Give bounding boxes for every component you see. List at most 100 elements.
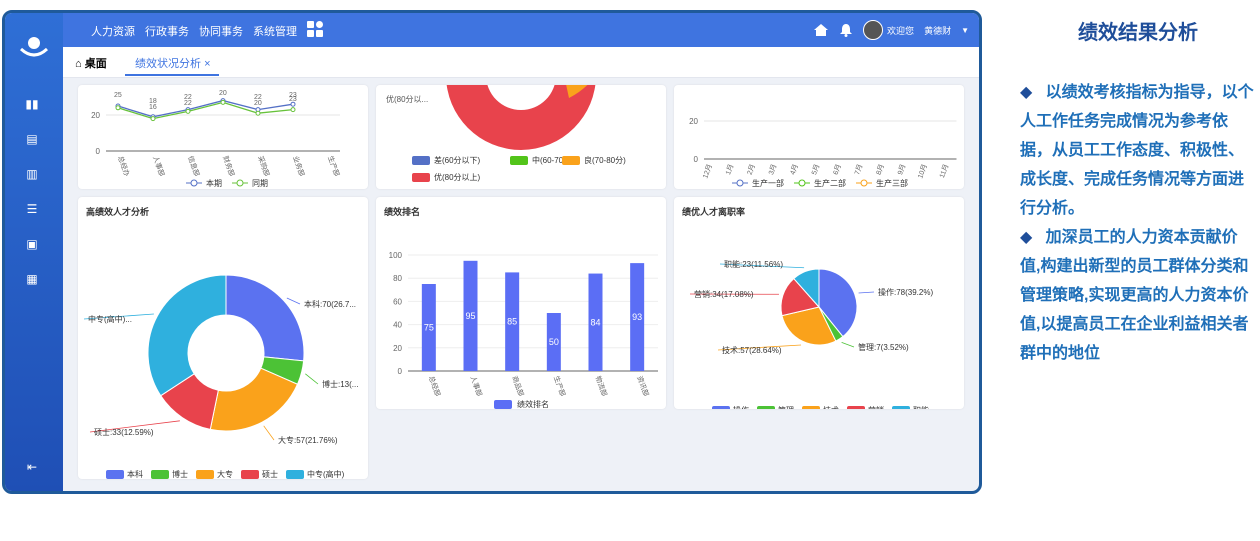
bar-chart-icon[interactable]: ▮▮ [24, 97, 40, 111]
y-tick-label: 40 [393, 321, 402, 330]
slice-label: 技术:57(28.64%) [722, 345, 782, 355]
legend-label: 操作 [733, 405, 749, 409]
document-icon[interactable]: ▤ [24, 132, 40, 146]
x-tick-label: 采购部 [256, 155, 272, 178]
legend-label: 管理 [778, 405, 794, 409]
x-tick-label: 1月 [724, 163, 735, 176]
legend-label: 良(70-80分) [584, 155, 626, 165]
legend-swatch [196, 470, 214, 479]
ranking-title: 绩效排名 [384, 207, 421, 217]
grade-pie-legend: 差(60分以下) 中(60-70分) 良(70-80分)优(80分以上) [412, 155, 626, 182]
paragraph-2: ◆ 加深员工的人力资本贡献价值,构建出新型的员工群体分类和管理策略,实现更高的人… [1020, 223, 1258, 368]
home-icon[interactable] [813, 23, 829, 37]
bar-value-label: 95 [465, 311, 475, 321]
diamond-bullet-icon: ◆ [1020, 229, 1033, 246]
x-tick-label: 4月 [789, 163, 800, 176]
legend-swatch [412, 173, 430, 182]
legend-swatch [494, 400, 512, 409]
bar-value-label: 50 [549, 337, 559, 347]
panel-grade-pie: 优(80分以... 差(60分以下) 中(60-70分) 良(70-80分) 优(80… [376, 85, 666, 189]
menu-admin[interactable]: 行政事务 [145, 23, 189, 39]
x-tick-label: 业务部 [291, 155, 307, 178]
slice-label: 本科:70(26.7... [304, 299, 356, 309]
bar-value-label: 93 [632, 312, 642, 322]
y-tick-label: 0 [96, 147, 101, 156]
slice-label: 管理:7(3.52%) [858, 342, 909, 352]
y-tick-label: 20 [689, 117, 698, 126]
bar-value-label: 75 [424, 323, 434, 333]
x-tick-label: 3月 [767, 163, 778, 176]
legend-label: 生产一部 [752, 178, 784, 188]
collapse-menu-icon[interactable]: ⇤ [24, 460, 40, 474]
menu-hr[interactable]: 人力资源 [91, 23, 135, 39]
y-tick-label: 20 [91, 111, 100, 120]
tab-home[interactable]: ⌂ 桌面 [75, 55, 107, 71]
bar-value-label: 84 [590, 317, 600, 327]
x-tick-label: 财务部 [221, 155, 237, 178]
avatar[interactable] [863, 20, 884, 40]
x-tick-label: 信息部 [186, 155, 202, 178]
list-icon[interactable]: ☰ [24, 202, 40, 216]
legend-swatch [510, 156, 528, 165]
legend-swatch [241, 470, 259, 479]
pie-slice-0 [225, 274, 305, 362]
slice-label: 职能:23(11.56%) [724, 259, 783, 269]
x-tick-label: 商品部 [510, 375, 526, 398]
menu-system[interactable]: 系统管理 [253, 23, 297, 39]
legend-label: 硕士 [262, 469, 278, 479]
legend-marker [236, 179, 244, 187]
tab-performance[interactable]: 绩效状况分析 × [135, 55, 211, 71]
legend-swatch [847, 406, 865, 409]
label-line [305, 373, 319, 385]
menu-collab[interactable]: 协同事务 [199, 23, 243, 39]
legend-swatch [151, 470, 169, 479]
talent-title: 高绩效人才分析 [86, 207, 150, 217]
legend-marker [860, 179, 868, 187]
label-line [841, 342, 855, 348]
bell-icon[interactable] [839, 23, 853, 37]
pie-label-excellent: 优(80分以... [386, 94, 428, 104]
x-tick-label: 10月 [916, 163, 929, 180]
x-tick-label: 9月 [896, 163, 907, 176]
x-tick-label: 生产部 [326, 155, 342, 178]
legend-marker [736, 179, 744, 187]
series-point [220, 99, 226, 105]
user-name[interactable]: 黄德财 [924, 24, 951, 37]
x-tick-label: 2月 [746, 163, 757, 176]
x-tick-label: 6月 [832, 163, 843, 176]
data-label: 23 [289, 96, 297, 103]
logo-icon [19, 37, 49, 57]
data-label: 16 [149, 104, 157, 111]
apps-grid-icon[interactable] [307, 21, 323, 37]
panel-month-line: 20 0 12月 1月 2月 3月 4月 5月 6月 7月 8月 9月 10月 11月 生产一部 生产二部 生产… [674, 85, 964, 189]
close-icon[interactable]: × [204, 58, 210, 70]
turnover-title: 绩优人才离职率 [682, 207, 746, 217]
panel-department-line: 20 0 25 18 16 22 22 20 22 20 23 23 总经办 人事部 信息部 财务部 采购部 业务… [78, 85, 368, 189]
y-tick-label: 0 [398, 367, 403, 376]
analytics-icon[interactable]: ▥ [24, 167, 40, 181]
welcome-text: 欢迎您 [887, 25, 915, 36]
label-line [286, 297, 301, 305]
slice-label: 营销:34(17.08%) [694, 289, 754, 299]
slice-label: 操作:78(39.2%) [878, 287, 933, 297]
legend-swatch [802, 406, 820, 409]
legend-swatch [892, 406, 910, 409]
legend-swatch [757, 406, 775, 409]
card-icon[interactable]: ▦ [24, 272, 40, 286]
caret-down-icon[interactable]: ▼ [961, 26, 969, 35]
image-icon[interactable]: ▣ [24, 237, 40, 251]
x-tick-label: 5月 [810, 163, 821, 176]
top-navbar: 人力资源 行政事务 协同事务 系统管理 欢迎您 黄德财 ▼ [63, 13, 979, 47]
series-point [255, 110, 261, 116]
legend-label: 生产三部 [876, 178, 908, 188]
turnover-pie-chart: 操作:78(39.2%) 管理:7(3.52%) 技术:57(28.64%) 营销:3… [689, 259, 933, 409]
x-tick-label: 7月 [853, 163, 864, 176]
series-point [185, 108, 191, 114]
data-label: 20 [254, 100, 262, 107]
data-label: 25 [114, 92, 122, 99]
x-tick-label: 生产部 [552, 375, 568, 398]
x-tick-label: 人事部 [469, 375, 485, 398]
legend-swatch [712, 406, 730, 409]
legend-label: 大专 [217, 469, 233, 479]
series-point [290, 107, 296, 113]
